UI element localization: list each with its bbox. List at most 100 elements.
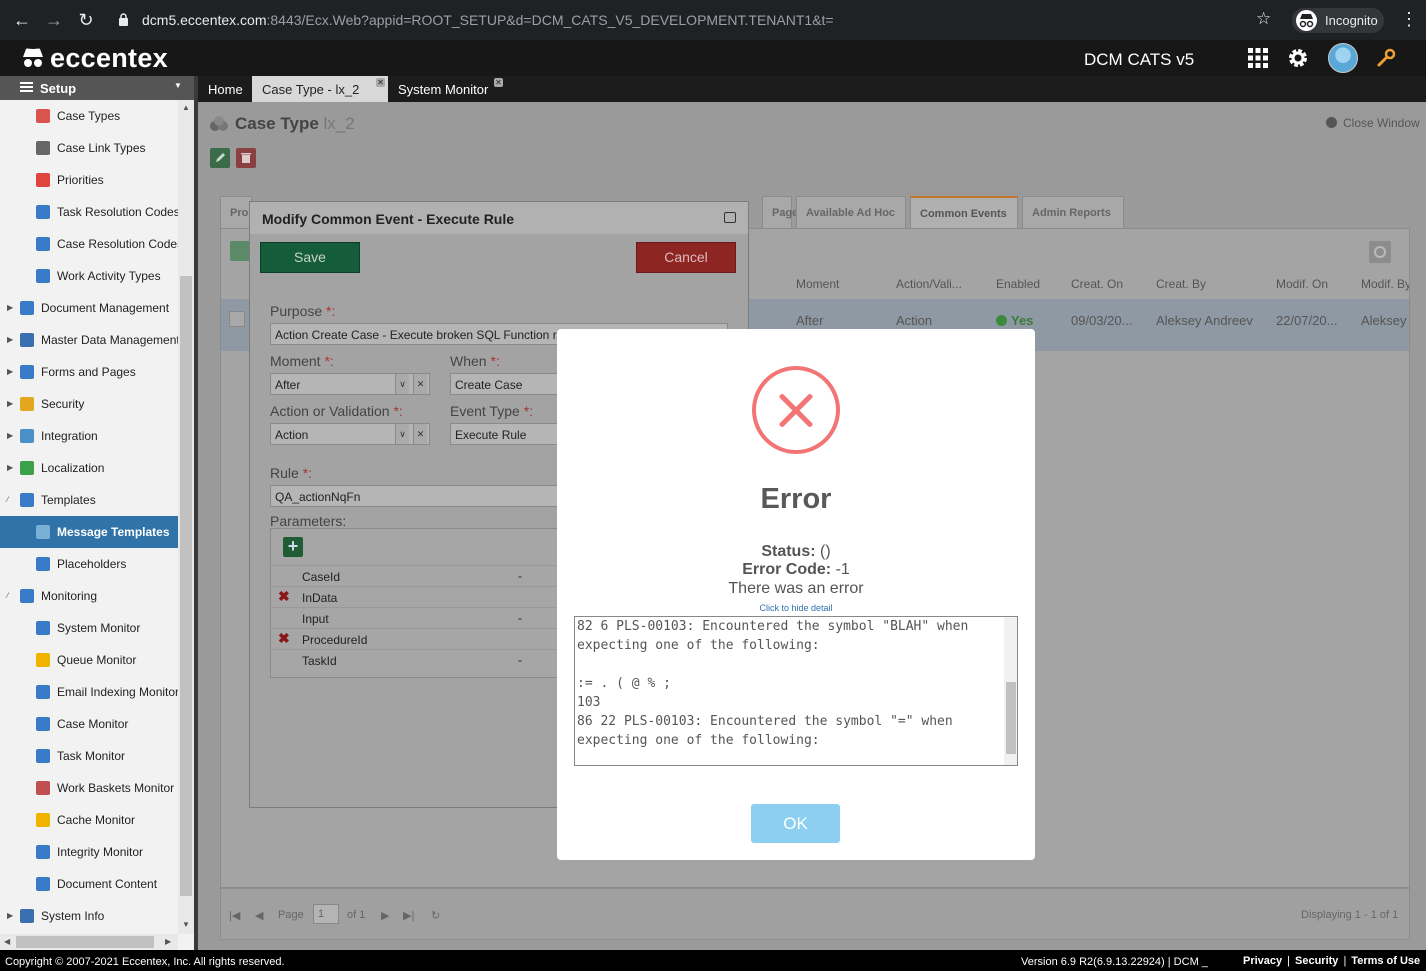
sidebar-item-case-types[interactable]: Case Types [0,100,178,132]
save-button[interactable]: Save [260,242,360,273]
sidebar-item-document-content[interactable]: Document Content [0,868,178,900]
detail-scrollbar[interactable] [1004,617,1017,765]
expand-icon[interactable]: ▶ [7,463,13,472]
refresh-icon[interactable]: ↻ [431,909,440,922]
action-validation-select[interactable]: Action ∨ ✕ [270,423,430,445]
first-page-icon[interactable]: |◀ [229,909,240,922]
sidebar-item-task-monitor[interactable]: Task Monitor [0,740,178,772]
clear-icon[interactable]: ✕ [413,374,427,394]
tab-case-type[interactable]: Case Type - lx_2 ✕ [252,76,388,102]
clear-icon[interactable]: ✕ [413,424,427,444]
column-created-on[interactable]: Creat. On [1071,277,1123,291]
sidebar-item-forms-and-pages[interactable]: ▶ Forms and Pages [0,356,178,388]
close-window-button[interactable]: Close Window [1326,116,1420,130]
sidebar-item-work-activity-types[interactable]: Work Activity Types [0,260,178,292]
sidebar-item-queue-monitor[interactable]: Queue Monitor [0,644,178,676]
column-modified-on[interactable]: Modif. On [1276,277,1328,291]
sidebar-item-templates[interactable]: ∕ Templates [0,484,178,516]
scroll-down-icon[interactable]: ▼ [182,920,190,929]
privacy-link[interactable]: Privacy [1243,955,1282,967]
ok-button[interactable]: OK [751,804,840,843]
add-parameter-button[interactable]: + [283,537,303,557]
close-tab-icon[interactable]: ✕ [494,78,503,87]
scroll-up-icon[interactable]: ▲ [182,103,190,112]
sidebar-item-localization[interactable]: ▶ Localization [0,452,178,484]
sidebar-item-message-templates[interactable]: Message Templates [0,516,178,548]
terms-link[interactable]: Terms of Use [1351,955,1420,967]
browser-menu-icon[interactable]: ⋮ [1400,9,1418,30]
scroll-left-icon[interactable]: ◀ [4,937,10,946]
sidebar-item-system-monitor[interactable]: System Monitor [0,612,178,644]
edit-button[interactable] [210,148,230,168]
tab-system-monitor[interactable]: System Monitor ✕ [388,76,510,102]
page-input[interactable]: 1 [313,904,339,924]
close-tab-icon[interactable]: ✕ [376,78,385,87]
column-action[interactable]: Action/Vali... [896,277,962,291]
column-created-by[interactable]: Creat. By [1156,277,1206,291]
tab-available-ad-hoc[interactable]: Available Ad Hoc [796,196,906,228]
chevron-down-icon[interactable]: ∨ [395,374,409,394]
sidebar-item-integration[interactable]: ▶ Integration [0,420,178,452]
back-arrow-icon[interactable]: ← [12,10,32,30]
last-page-icon[interactable]: ▶| [403,909,414,922]
scrollbar-thumb[interactable] [180,276,192,896]
apps-grid-icon[interactable] [1248,48,1268,68]
expand-icon[interactable]: ▶ [7,303,13,312]
forward-arrow-icon[interactable]: → [44,10,64,30]
expand-icon[interactable]: ▶ [7,911,13,920]
refresh-button[interactable] [1369,241,1391,263]
scrollbar-thumb[interactable] [16,936,154,948]
app-logo[interactable]: eccentex [20,43,168,74]
sidebar-item-email-indexing-monitor[interactable]: Email Indexing Monitor [0,676,178,708]
error-detail-box[interactable]: 82 6 PLS-00103: Encountered the symbol "… [574,616,1018,766]
prev-page-icon[interactable]: ◀ [255,909,263,922]
sidebar-item-case-resolution-codes[interactable]: Case Resolution Codes [0,228,178,260]
expand-icon[interactable]: ∕ [7,495,8,504]
security-link[interactable]: Security [1295,955,1338,967]
wrench-icon[interactable] [1376,48,1396,68]
sidebar-item-placeholders[interactable]: Placeholders [0,548,178,580]
chevron-down-icon[interactable]: ∨ [395,424,409,444]
moment-select[interactable]: After ∨ ✕ [270,373,430,395]
sidebar-item-cache-monitor[interactable]: Cache Monitor [0,804,178,836]
incognito-badge[interactable]: Incognito [1292,8,1384,33]
expand-icon[interactable]: ▶ [7,335,13,344]
hide-detail-link[interactable]: Click to hide detail [557,603,1035,613]
sidebar-item-master-data-management[interactable]: ▶ Master Data Management [0,324,178,356]
sidebar-item-priorities[interactable]: Priorities [0,164,178,196]
minimize-icon[interactable] [724,212,736,223]
address-bar[interactable]: dcm5.eccentex.com:8443/Ecx.Web?appid=ROO… [106,5,1288,35]
tab-admin-reports[interactable]: Admin Reports [1022,196,1124,228]
column-moment[interactable]: Moment [796,277,839,291]
delete-button[interactable] [236,148,256,168]
sidebar-item-integrity-monitor[interactable]: Integrity Monitor [0,836,178,868]
reload-icon[interactable]: ↻ [76,10,96,30]
sidebar-item-work-baskets-monitor[interactable]: Work Baskets Monitor [0,772,178,804]
tab-common-events[interactable]: Common Events [910,196,1018,228]
sidebar-item-case-link-types[interactable]: Case Link Types [0,132,178,164]
tab-pages[interactable]: Pages [762,196,804,228]
expand-icon[interactable]: ▶ [7,431,13,440]
sidebar-item-monitoring[interactable]: ∕ Monitoring [0,580,178,612]
sidebar-item-case-monitor[interactable]: Case Monitor [0,708,178,740]
expand-icon[interactable]: ▶ [7,367,13,376]
expand-icon[interactable]: ▶ [7,399,13,408]
expand-icon[interactable]: ∕ [7,591,8,600]
sidebar-horizontal-scrollbar[interactable]: ◀ ▶ [0,934,178,950]
tab-properties[interactable]: Pro [220,196,252,228]
next-page-icon[interactable]: ▶ [381,909,389,922]
scrollbar-thumb[interactable] [1006,682,1016,754]
sidebar-item-document-management[interactable]: ▶ Document Management [0,292,178,324]
sidebar-header[interactable]: Setup ▼ [0,76,194,100]
sidebar-vertical-scrollbar[interactable]: ▲ ▼ [178,100,194,934]
add-event-button[interactable] [230,241,250,261]
settings-gear-icon[interactable] [1287,47,1309,69]
sidebar-item-task-resolution-codes[interactable]: Task Resolution Codes [0,196,178,228]
sidebar-item-system-info[interactable]: ▶ System Info [0,900,178,932]
user-avatar[interactable] [1328,43,1358,73]
sidebar-item-security[interactable]: ▶ Security [0,388,178,420]
tab-home[interactable]: Home [198,76,253,102]
cancel-button[interactable]: Cancel [636,242,736,273]
column-enabled[interactable]: Enabled [996,277,1040,291]
bookmark-star-icon[interactable]: ☆ [1256,9,1271,29]
